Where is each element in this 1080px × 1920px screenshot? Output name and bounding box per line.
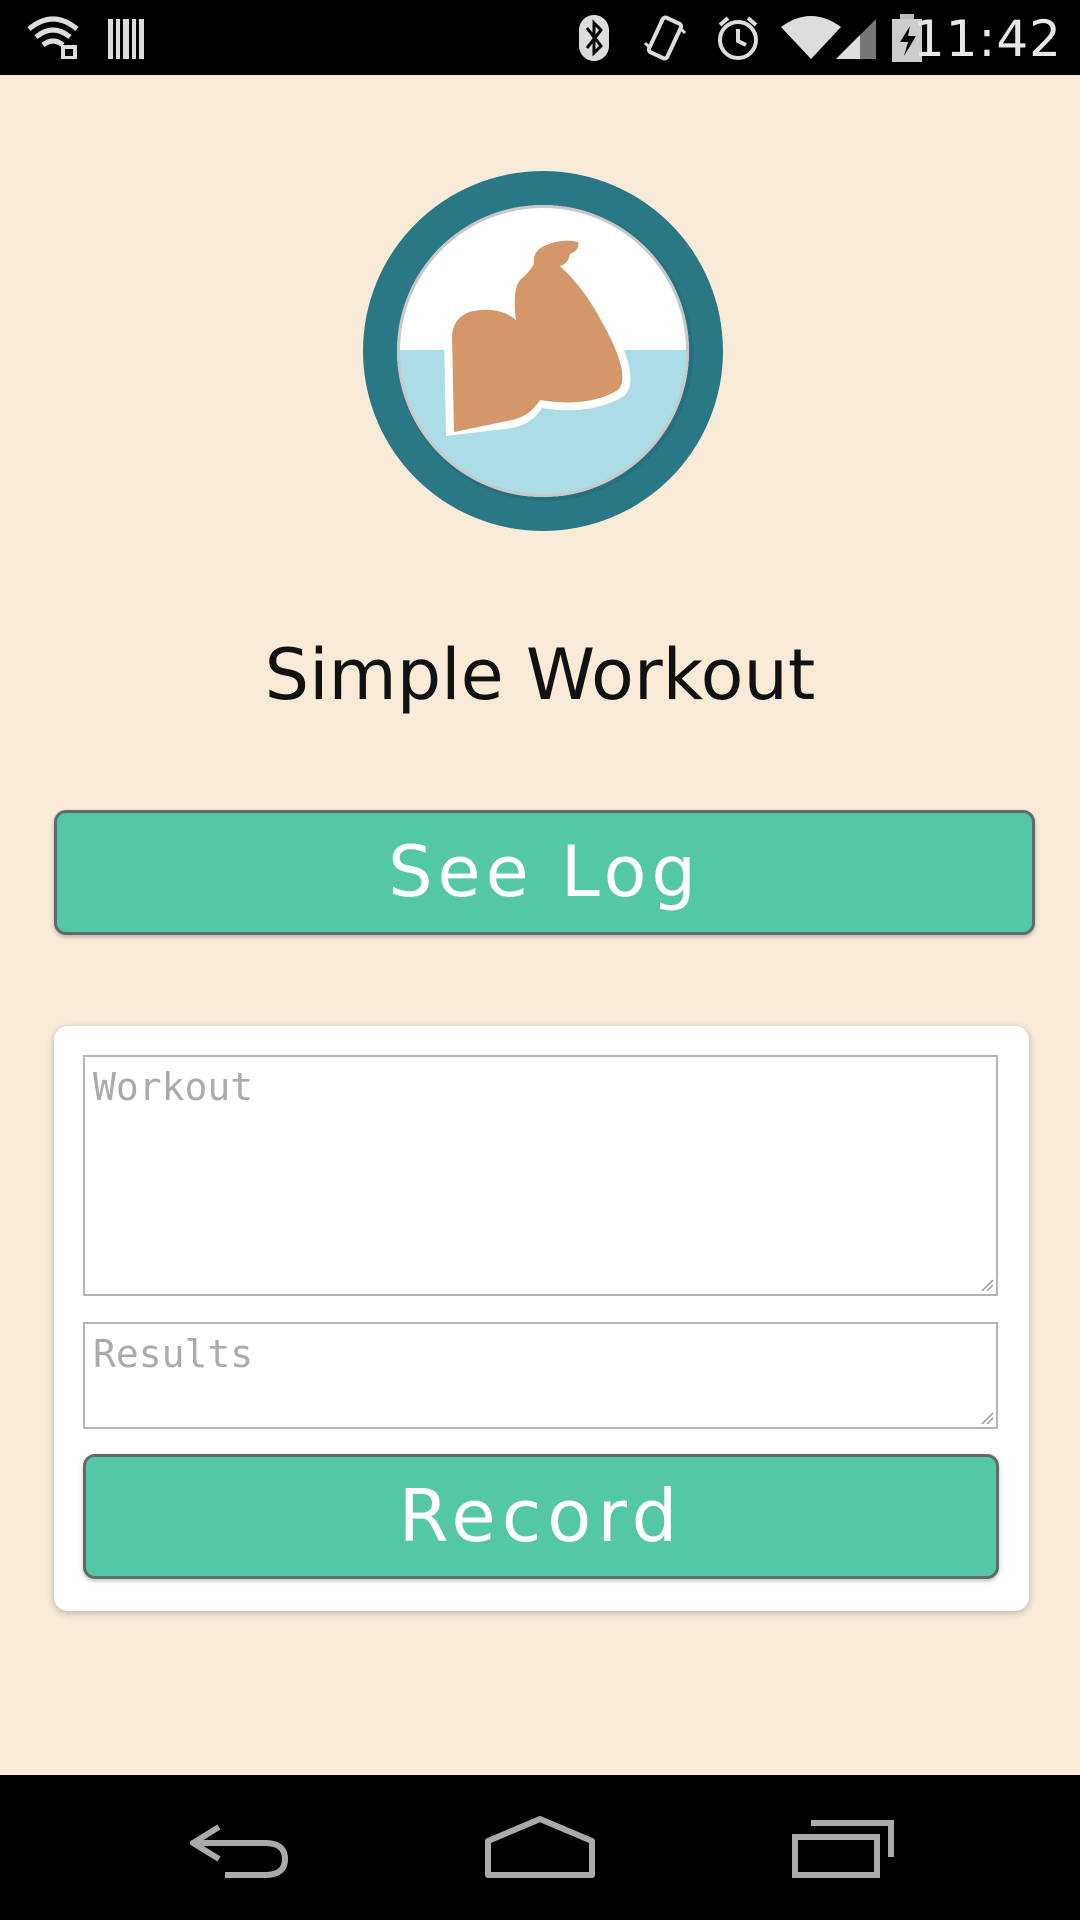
workout-form-card: Workout Results Record	[54, 1026, 1029, 1611]
recent-apps-button[interactable]	[752, 1775, 932, 1920]
status-time: 11:42	[912, 10, 1062, 68]
see-log-button[interactable]: See Log	[54, 810, 1035, 935]
app-title: Simple Workout	[264, 634, 816, 716]
recent-apps-icon	[792, 1819, 894, 1878]
alarm-icon	[712, 0, 764, 75]
back-icon	[190, 1823, 289, 1878]
home-button[interactable]	[450, 1775, 630, 1920]
resize-grip-icon[interactable]	[980, 1278, 994, 1292]
wifi-lock-icon	[22, 0, 84, 75]
resize-grip-icon[interactable]	[980, 1411, 994, 1425]
barcode-icon	[104, 0, 148, 75]
status-bar: 11:42	[0, 0, 1080, 75]
results-input[interactable]: Results	[83, 1322, 998, 1429]
workout-input[interactable]: Workout	[83, 1055, 998, 1296]
cell-signal-icon	[834, 0, 878, 75]
record-button[interactable]: Record	[83, 1454, 999, 1579]
vibrate-icon	[640, 0, 690, 75]
workout-placeholder: Workout	[93, 1065, 254, 1109]
navigation-bar	[0, 1775, 1080, 1920]
wifi-signal-icon	[780, 0, 842, 75]
flexed-bicep-icon	[362, 170, 724, 532]
bluetooth-icon	[574, 0, 614, 75]
home-icon	[485, 1815, 595, 1878]
results-placeholder: Results	[93, 1332, 254, 1376]
app-screen: 11:42 Simple Workout See Log Workout Res…	[0, 0, 1080, 1920]
back-button[interactable]	[150, 1775, 330, 1920]
